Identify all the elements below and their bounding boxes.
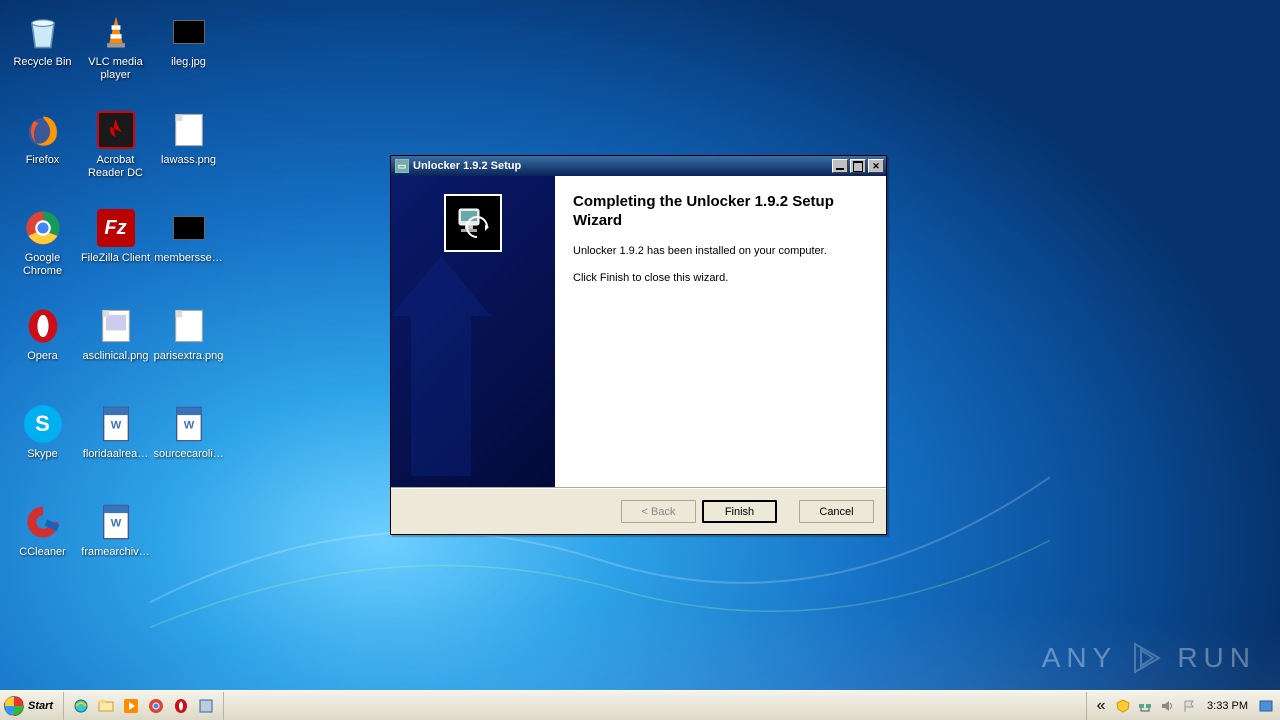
minimize-button[interactable] — [832, 159, 848, 173]
filezilla-icon: Fz — [96, 208, 136, 248]
icon-label: Opera — [27, 350, 58, 363]
image-file-icon — [96, 306, 136, 346]
icon-asclinical[interactable]: asclinical.png — [79, 300, 152, 398]
wizard-text-1: Unlocker 1.9.2 has been installed on you… — [573, 244, 868, 259]
quick-launch — [64, 692, 224, 720]
window-body: Completing the Unlocker 1.9.2 Setup Wiza… — [391, 176, 886, 488]
titlebar[interactable]: ▭ Unlocker 1.9.2 Setup — [391, 156, 886, 176]
icon-label: Recycle Bin — [13, 56, 71, 69]
jpg-file-icon — [169, 12, 209, 52]
icon-lawass[interactable]: lawass.png — [152, 104, 225, 202]
svg-text:W: W — [110, 517, 121, 529]
wizard-buttons: < Back Finish Cancel — [391, 488, 886, 534]
installer-app-icon: ▭ — [395, 159, 409, 173]
tray-network-icon[interactable] — [1137, 698, 1153, 714]
vlc-icon — [96, 12, 136, 52]
icon-filezilla[interactable]: Fz FileZilla Client — [79, 202, 152, 300]
ql-explorer[interactable] — [97, 697, 115, 715]
close-button[interactable] — [868, 159, 884, 173]
ql-installer[interactable] — [197, 697, 215, 715]
anyrun-watermark: ANY RUN — [1042, 638, 1256, 678]
doc-file-icon: W — [169, 404, 209, 444]
maximize-button[interactable] — [850, 159, 866, 173]
doc-file-icon: W — [96, 502, 136, 542]
icon-ccleaner[interactable]: CCleaner — [6, 496, 79, 594]
desktop-icons: Recycle Bin Firefox Google Chrome Opera … — [6, 6, 225, 686]
wizard-side-panel — [391, 176, 555, 487]
icon-parisextra[interactable]: parisextra.png — [152, 300, 225, 398]
tray-flag-icon[interactable] — [1181, 698, 1197, 714]
icon-acrobat[interactable]: Acrobat Reader DC — [79, 104, 152, 202]
icon-floridaalrea[interactable]: W floridaalrea… — [79, 398, 152, 496]
icon-ileg[interactable]: ileg.jpg — [152, 6, 225, 104]
ql-ie[interactable] — [72, 697, 90, 715]
ql-chrome[interactable] — [147, 697, 165, 715]
icon-label: floridaalrea… — [83, 448, 148, 461]
wizard-heading: Completing the Unlocker 1.9.2 Setup Wiza… — [573, 192, 868, 230]
installer-window: ▭ Unlocker 1.9.2 Setup Completing the Un… — [390, 155, 887, 535]
icon-membersse[interactable]: membersse… — [152, 202, 225, 300]
start-label: Start — [28, 700, 53, 712]
opera-icon — [23, 306, 63, 346]
icon-label: ileg.jpg — [171, 56, 206, 69]
icon-label: framearchiv… — [81, 546, 149, 559]
icon-opera[interactable]: Opera — [6, 300, 79, 398]
show-desktop-button[interactable] — [1258, 698, 1274, 714]
icon-sourcecaroli[interactable]: W sourcecaroli… — [152, 398, 225, 496]
icon-label: Skype — [27, 448, 58, 461]
icon-label: CCleaner — [19, 546, 65, 559]
icon-firefox[interactable]: Firefox — [6, 104, 79, 202]
image-file-icon — [169, 306, 209, 346]
icon-label: FileZilla Client — [81, 252, 150, 265]
icon-vlc[interactable]: VLC media player — [79, 6, 152, 104]
svg-text:W: W — [110, 419, 121, 431]
system-tray: « 3:33 PM — [1086, 692, 1280, 720]
firefox-icon — [23, 110, 63, 150]
skype-icon: S — [23, 404, 63, 444]
icon-google-chrome[interactable]: Google Chrome — [6, 202, 79, 300]
icon-label: Acrobat Reader DC — [81, 154, 151, 180]
back-button[interactable]: < Back — [621, 500, 696, 523]
image-file-icon — [169, 110, 209, 150]
wizard-content: Completing the Unlocker 1.9.2 Setup Wiza… — [555, 176, 886, 487]
chrome-icon — [23, 208, 63, 248]
icon-label: sourcecaroli… — [154, 448, 224, 461]
icon-skype[interactable]: S Skype — [6, 398, 79, 496]
doc-file-icon: W — [96, 404, 136, 444]
icon-label: Firefox — [26, 154, 60, 167]
ql-opera[interactable] — [172, 697, 190, 715]
taskbar: Start « 3:33 PM — [0, 690, 1280, 720]
windows-logo-icon — [4, 696, 24, 716]
finish-button[interactable]: Finish — [702, 500, 777, 523]
svg-text:W: W — [183, 419, 194, 431]
icon-label: parisextra.png — [154, 350, 224, 363]
ql-media[interactable] — [122, 697, 140, 715]
wizard-text-2: Click Finish to close this wizard. — [573, 271, 868, 286]
start-button[interactable]: Start — [0, 692, 64, 720]
icon-label: VLC media player — [81, 56, 151, 82]
icon-label: asclinical.png — [82, 350, 148, 363]
play-icon — [1127, 638, 1167, 678]
file-icon — [169, 208, 209, 248]
icon-label: membersse… — [154, 252, 222, 265]
icon-label: Google Chrome — [8, 252, 78, 278]
cancel-button[interactable]: Cancel — [799, 500, 874, 523]
ccleaner-icon — [23, 502, 63, 542]
clock[interactable]: 3:33 PM — [1203, 700, 1252, 712]
desktop: Recycle Bin Firefox Google Chrome Opera … — [0, 0, 1280, 720]
icon-framearchiv[interactable]: W framearchiv… — [79, 496, 152, 594]
icon-recycle-bin[interactable]: Recycle Bin — [6, 6, 79, 104]
icon-label: lawass.png — [161, 154, 216, 167]
window-title: Unlocker 1.9.2 Setup — [413, 160, 830, 172]
tray-expand-icon[interactable]: « — [1093, 698, 1109, 714]
acrobat-icon — [96, 110, 136, 150]
recycle-bin-icon — [23, 12, 63, 52]
tray-volume-icon[interactable] — [1159, 698, 1175, 714]
tray-security-icon[interactable] — [1115, 698, 1131, 714]
